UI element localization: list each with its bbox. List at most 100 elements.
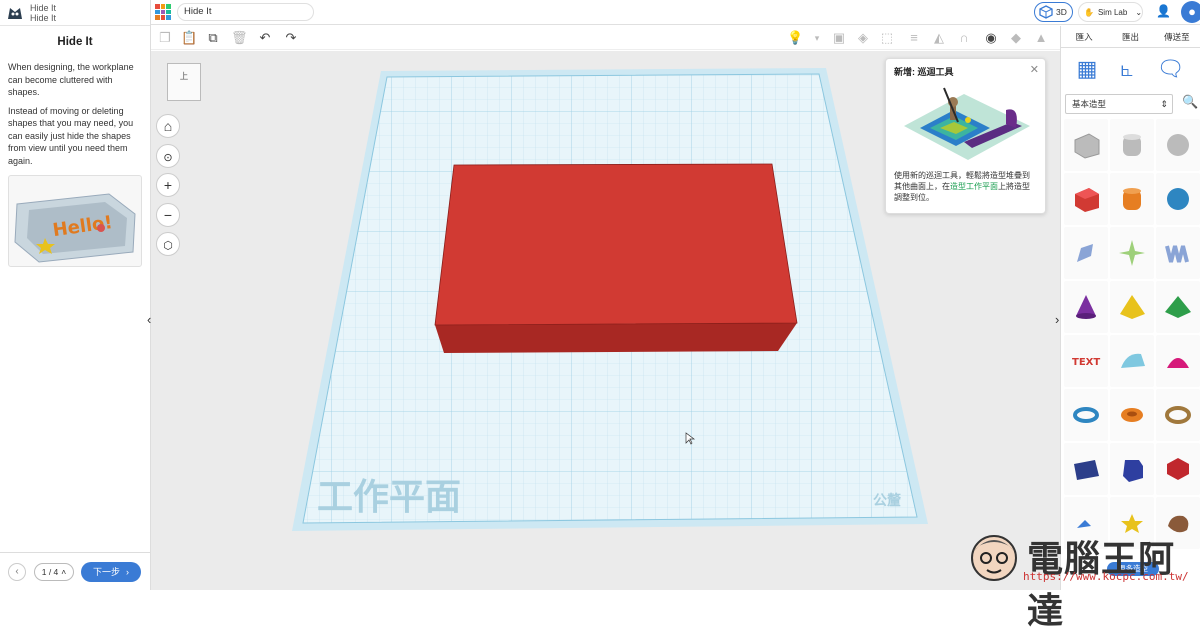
shape-pyramid[interactable] xyxy=(1110,281,1154,333)
fit-view-icon: ⊙ xyxy=(163,152,173,164)
top-bar: Hide It 3D ✋ Sim Lab ⌄ 👤 ● xyxy=(151,0,1200,25)
header-title: Hide It xyxy=(30,2,57,13)
copy-icon[interactable]: ❐ xyxy=(157,30,173,46)
shape-cylinder-hole[interactable] xyxy=(1110,119,1154,171)
svg-text:TEXT: TEXT xyxy=(1072,357,1100,368)
note-icon[interactable]: ◆ xyxy=(1008,30,1024,46)
tinkercad-logo[interactable] xyxy=(155,4,171,20)
ungroup-icon[interactable]: ◈ xyxy=(855,30,871,46)
delete-icon[interactable]: 🗑 xyxy=(231,30,248,46)
view-cube[interactable]: 上 xyxy=(167,63,201,101)
zoom-in-button[interactable]: + xyxy=(156,173,180,197)
red-box-shape[interactable] xyxy=(434,163,798,353)
shapes-icon[interactable]: ⬚ xyxy=(879,30,895,46)
cruise-tool-icon[interactable]: ◉ xyxy=(983,30,999,46)
chevron-right-icon: › xyxy=(126,566,129,577)
magnet-icon[interactable]: ∩ xyxy=(956,30,972,46)
header-subtitle: Hide It xyxy=(30,12,57,23)
lesson-footer: ‹ 1 / 4 ˄ 下一步 › xyxy=(0,552,150,590)
paste-icon[interactable]: 📋 xyxy=(181,30,197,46)
shape-box-hole[interactable] xyxy=(1064,119,1108,171)
undo-icon[interactable]: ↶ xyxy=(257,30,273,46)
shape-ring[interactable] xyxy=(1156,389,1200,441)
perspective-button[interactable]: ⬡ xyxy=(156,232,180,256)
zoom-out-button[interactable]: − xyxy=(156,203,180,227)
lesson-header: Hide It Hide It xyxy=(0,0,150,26)
align-icon[interactable]: ≡ xyxy=(906,30,922,46)
collapse-left-panel-icon[interactable]: ‹ xyxy=(147,312,151,327)
chevron-down-icon[interactable]: ▾ xyxy=(809,30,825,46)
light-bulb-icon[interactable]: 💡 xyxy=(787,30,803,46)
workplane-label: 工作平面 xyxy=(317,477,461,518)
lesson-paragraph: When designing, the workplane can become… xyxy=(8,62,134,97)
tooltip-text: 使用新的巡迴工具，輕鬆將造型堆疊到其他曲面上，在造型工作平面上將造型調整到位。 xyxy=(894,171,1030,202)
view-3d-button[interactable]: 3D xyxy=(1034,2,1073,22)
shape-star[interactable] xyxy=(1110,497,1154,549)
shape-torus[interactable] xyxy=(1064,389,1108,441)
prev-step-button[interactable]: ‹ xyxy=(8,562,26,581)
notes-icon[interactable]: 🗨 xyxy=(1156,56,1184,92)
shape-star-spike[interactable] xyxy=(1110,227,1154,279)
tooltip-illustration xyxy=(904,87,1030,160)
mirror-icon[interactable]: ◭ xyxy=(931,30,947,46)
shape-sphere[interactable] xyxy=(1156,173,1200,225)
shape-cone[interactable] xyxy=(1064,281,1108,333)
shape-polygon[interactable] xyxy=(1110,443,1154,495)
shape-text-wave[interactable] xyxy=(1156,227,1200,279)
chevron-left-icon: ‹ xyxy=(15,566,19,577)
shape-sphere-hole[interactable] xyxy=(1156,119,1200,171)
tooltip-link[interactable]: 造型工作平面 xyxy=(950,182,998,191)
shape-library: TEXT xyxy=(1061,114,1200,550)
tinkercad-mascot-icon xyxy=(8,7,22,19)
fit-view-button[interactable]: ⊙ xyxy=(156,144,180,168)
duplicate-icon[interactable]: ⧉ xyxy=(205,30,221,46)
shape-half-sphere[interactable] xyxy=(1110,335,1154,387)
shape-tube[interactable] xyxy=(1110,389,1154,441)
chevron-up-icon: ˄ xyxy=(61,566,67,577)
tooltip-title: 新增: 巡迴工具 xyxy=(894,67,954,77)
hand-icon: ✋ xyxy=(1084,7,1094,17)
send-to-tab[interactable]: 傳送至 xyxy=(1154,26,1200,47)
avatar[interactable]: ● xyxy=(1181,1,1200,23)
lesson-paragraph: Instead of moving or deleting shapes tha… xyxy=(8,105,134,166)
chevron-down-icon: ⌄ xyxy=(1135,7,1143,17)
add-user-icon[interactable]: 👤 xyxy=(1156,4,1174,22)
cube-outline-icon: ⬡ xyxy=(163,240,173,252)
import-tab[interactable]: 匯入 xyxy=(1061,26,1107,47)
minus-icon: − xyxy=(163,207,173,223)
shape-roof[interactable] xyxy=(1156,281,1200,333)
grid-icon[interactable]: ▦ xyxy=(1077,56,1098,92)
next-step-button[interactable]: 下一步 › xyxy=(81,561,141,582)
shape-rock[interactable] xyxy=(1156,497,1200,549)
shape-text[interactable]: TEXT xyxy=(1064,335,1108,387)
collapse-right-panel-icon[interactable]: › xyxy=(1055,312,1059,327)
group-icon[interactable]: ▣ xyxy=(831,30,847,46)
shape-paraboloid[interactable] xyxy=(1156,335,1200,387)
shapes-panel: 匯入 匯出 傳送至 ▦ ⦜ 🗨 基本造型 🔍 TEXT xyxy=(1060,26,1200,590)
lesson-panel: Hide It Hide It Hide It When designing, … xyxy=(0,0,151,590)
ruler-icon[interactable]: ⦜ xyxy=(1121,56,1134,92)
home-view-button[interactable]: ⌂ xyxy=(156,114,180,138)
lesson-text: When designing, the workplane can become… xyxy=(0,61,150,167)
shape-cylinder[interactable] xyxy=(1110,173,1154,225)
export-tab[interactable]: 匯出 xyxy=(1107,26,1153,47)
lesson-image: Hello! xyxy=(8,175,142,267)
shape-category-select[interactable]: 基本造型 xyxy=(1065,94,1173,114)
design-title-input[interactable]: Hide It xyxy=(177,3,314,21)
step-pager[interactable]: 1 / 4 ˄ xyxy=(34,562,74,581)
redo-icon[interactable]: ↷ xyxy=(283,30,299,46)
edit-toolbar: ❐ 📋 ⧉ 🗑 ↶ ↷ 💡 ▾ ▣ ◈ ⬚ ≡ ◭ ∩ ◉ ◆ ▲ xyxy=(151,26,1060,50)
plus-icon: + xyxy=(163,177,173,193)
shape-heart-star[interactable] xyxy=(1064,497,1108,549)
simlab-button[interactable]: ✋ Sim Lab ⌄ xyxy=(1078,2,1143,22)
flat-icon[interactable]: ▲ xyxy=(1033,30,1049,46)
shape-scribble[interactable] xyxy=(1064,227,1108,279)
shape-icosahedron[interactable] xyxy=(1156,443,1200,495)
unit-label: 公釐 xyxy=(873,492,901,509)
search-icon[interactable]: 🔍 xyxy=(1182,94,1198,110)
lesson-title: Hide It xyxy=(57,36,93,48)
more-shapes-button[interactable]: 更多造型 xyxy=(1107,562,1159,576)
shape-box[interactable] xyxy=(1064,173,1108,225)
shape-wedge[interactable] xyxy=(1064,443,1108,495)
close-icon[interactable]: ✕ xyxy=(1030,63,1039,76)
